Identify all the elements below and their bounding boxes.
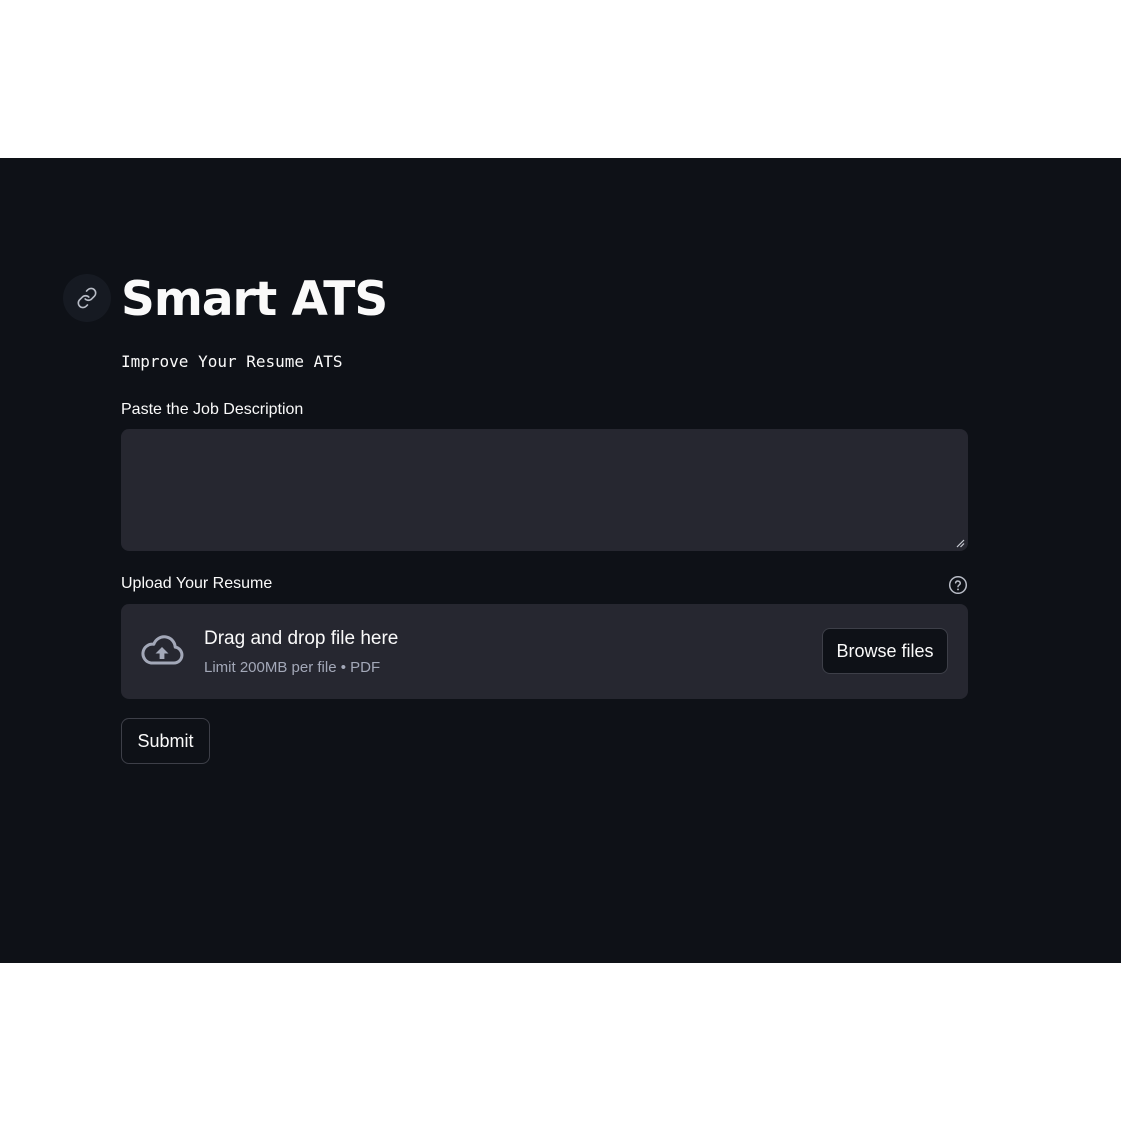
job-description-label: Paste the Job Description: [121, 401, 304, 418]
dropzone-instructions: Drag and drop file here: [204, 628, 399, 649]
page-title: Smart ATS: [121, 272, 388, 327]
resume-upload-label: Upload Your Resume: [121, 575, 273, 592]
submit-button[interactable]: Submit: [121, 718, 210, 764]
question-circle-icon[interactable]: [948, 575, 968, 595]
dropzone-file-limit: Limit 200MB per file • PDF: [204, 659, 381, 676]
resume-dropzone[interactable]: Drag and drop file here Limit 200MB per …: [121, 604, 968, 699]
cloud-upload-icon: [141, 635, 184, 665]
job-description-input[interactable]: [121, 429, 968, 551]
link-icon[interactable]: [63, 274, 111, 322]
resize-handle-icon[interactable]: [955, 538, 965, 548]
page-subtitle: Improve Your Resume ATS: [121, 352, 343, 371]
browse-files-button[interactable]: Browse files: [822, 628, 948, 674]
